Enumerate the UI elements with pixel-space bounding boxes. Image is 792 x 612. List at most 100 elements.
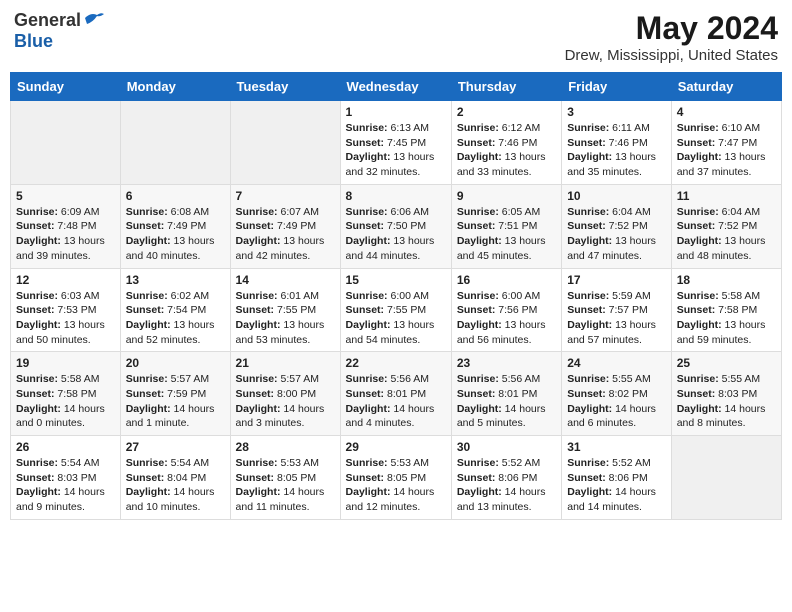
- logo-blue-text: Blue: [14, 31, 53, 52]
- day-info-line: Sunset: 7:56 PM: [457, 303, 556, 318]
- day-info-line: Sunset: 8:01 PM: [346, 387, 446, 402]
- day-info-label: Sunrise:: [677, 206, 719, 218]
- day-info-label: Sunrise:: [236, 457, 278, 469]
- day-info-line: Sunset: 7:49 PM: [236, 219, 335, 234]
- logo: General Blue: [14, 10, 105, 52]
- logo-general-text: General: [14, 10, 81, 31]
- day-info-line: Sunset: 7:52 PM: [677, 219, 776, 234]
- day-info-line: Sunrise: 6:10 AM: [677, 121, 776, 136]
- day-info-line: Daylight: 13 hours: [457, 318, 556, 333]
- day-info-line: Sunset: 8:06 PM: [457, 471, 556, 486]
- day-number: 24: [567, 356, 665, 370]
- day-info-label: Sunset:: [677, 304, 716, 316]
- day-number: 23: [457, 356, 556, 370]
- day-info-line: Sunrise: 6:06 AM: [346, 205, 446, 220]
- calendar-cell: 21Sunrise: 5:57 AMSunset: 8:00 PMDayligh…: [230, 352, 340, 436]
- day-number: 11: [677, 189, 776, 203]
- day-info-line: Sunrise: 6:02 AM: [126, 289, 225, 304]
- day-info-label: Daylight:: [457, 151, 502, 163]
- day-info-line: Daylight: 14 hours: [16, 485, 115, 500]
- day-info-label: Sunset:: [346, 137, 385, 149]
- day-info-line: Daylight: 14 hours: [16, 402, 115, 417]
- calendar-cell: 16Sunrise: 6:00 AMSunset: 7:56 PMDayligh…: [451, 268, 561, 352]
- day-info-line: Sunrise: 6:00 AM: [457, 289, 556, 304]
- day-info-line: Sunset: 8:06 PM: [567, 471, 665, 486]
- day-info-line: Daylight: 13 hours: [346, 318, 446, 333]
- day-info-label: Daylight:: [567, 403, 612, 415]
- day-info-line: Daylight: 14 hours: [346, 402, 446, 417]
- day-number: 21: [236, 356, 335, 370]
- day-number: 26: [16, 440, 115, 454]
- day-info-line: Sunset: 7:45 PM: [346, 136, 446, 151]
- day-info-line: and 54 minutes.: [346, 333, 446, 348]
- day-info-label: Daylight:: [677, 151, 722, 163]
- day-info-label: Sunset:: [346, 388, 385, 400]
- day-info-line: Sunset: 7:58 PM: [677, 303, 776, 318]
- day-info-label: Sunset:: [16, 388, 55, 400]
- day-info-line: Sunrise: 6:00 AM: [346, 289, 446, 304]
- calendar-table: SundayMondayTuesdayWednesdayThursdayFrid…: [10, 72, 782, 520]
- day-info-line: Daylight: 14 hours: [677, 402, 776, 417]
- day-info-line: and 13 minutes.: [457, 500, 556, 515]
- page-header: General Blue May 2024 Drew, Mississippi,…: [10, 10, 782, 64]
- day-info-line: Sunrise: 6:09 AM: [16, 205, 115, 220]
- calendar-cell: [11, 101, 121, 185]
- day-info-label: Sunrise:: [126, 457, 168, 469]
- weekday-header: Monday: [120, 73, 230, 101]
- day-info-line: Daylight: 13 hours: [677, 150, 776, 165]
- day-info-line: and 5 minutes.: [457, 416, 556, 431]
- day-info-label: Sunset:: [126, 472, 165, 484]
- day-info-label: Sunrise:: [457, 122, 499, 134]
- day-info-line: Sunset: 7:50 PM: [346, 219, 446, 234]
- day-info-line: and 53 minutes.: [236, 333, 335, 348]
- day-info-label: Sunrise:: [346, 373, 388, 385]
- day-number: 3: [567, 105, 665, 119]
- day-info-line: and 3 minutes.: [236, 416, 335, 431]
- day-info-line: and 37 minutes.: [677, 165, 776, 180]
- day-info-label: Sunrise:: [236, 373, 278, 385]
- day-info-label: Daylight:: [677, 403, 722, 415]
- day-info-line: and 0 minutes.: [16, 416, 115, 431]
- day-info-line: Sunrise: 6:08 AM: [126, 205, 225, 220]
- day-info-label: Daylight:: [457, 486, 502, 498]
- day-info-label: Sunset:: [126, 304, 165, 316]
- calendar-cell: [230, 101, 340, 185]
- day-info-line: and 47 minutes.: [567, 249, 665, 264]
- day-info-line: Sunset: 8:03 PM: [16, 471, 115, 486]
- day-info-label: Sunrise:: [346, 457, 388, 469]
- day-info-label: Daylight:: [236, 403, 281, 415]
- day-number: 20: [126, 356, 225, 370]
- calendar-cell: 5Sunrise: 6:09 AMSunset: 7:48 PMDaylight…: [11, 184, 121, 268]
- weekday-header: Saturday: [671, 73, 781, 101]
- day-info-line: Sunrise: 5:58 AM: [16, 372, 115, 387]
- day-info-label: Daylight:: [677, 319, 722, 331]
- day-info-label: Daylight:: [16, 319, 61, 331]
- day-info-line: Sunrise: 5:56 AM: [346, 372, 446, 387]
- day-info-label: Sunset:: [457, 220, 496, 232]
- calendar-cell: 30Sunrise: 5:52 AMSunset: 8:06 PMDayligh…: [451, 436, 561, 520]
- calendar-cell: 11Sunrise: 6:04 AMSunset: 7:52 PMDayligh…: [671, 184, 781, 268]
- day-info-label: Sunset:: [457, 472, 496, 484]
- day-info-label: Sunset:: [236, 220, 275, 232]
- day-number: 14: [236, 273, 335, 287]
- day-info-line: Daylight: 13 hours: [16, 234, 115, 249]
- day-info-line: and 52 minutes.: [126, 333, 225, 348]
- day-info-line: Sunset: 7:54 PM: [126, 303, 225, 318]
- day-info-line: Daylight: 13 hours: [126, 318, 225, 333]
- calendar-cell: 20Sunrise: 5:57 AMSunset: 7:59 PMDayligh…: [120, 352, 230, 436]
- logo-bird-icon: [83, 10, 105, 28]
- day-info-label: Daylight:: [457, 235, 502, 247]
- day-number: 22: [346, 356, 446, 370]
- day-number: 5: [16, 189, 115, 203]
- day-info-label: Sunset:: [567, 137, 606, 149]
- day-info-line: Sunset: 7:57 PM: [567, 303, 665, 318]
- day-number: 1: [346, 105, 446, 119]
- day-info-label: Sunrise:: [346, 290, 388, 302]
- day-info-line: Sunrise: 6:04 AM: [567, 205, 665, 220]
- day-info-label: Sunrise:: [567, 373, 609, 385]
- day-info-line: Daylight: 14 hours: [126, 402, 225, 417]
- calendar-cell: 8Sunrise: 6:06 AMSunset: 7:50 PMDaylight…: [340, 184, 451, 268]
- calendar-cell: 27Sunrise: 5:54 AMSunset: 8:04 PMDayligh…: [120, 436, 230, 520]
- day-info-line: Sunrise: 5:52 AM: [457, 456, 556, 471]
- day-info-label: Sunrise:: [677, 373, 719, 385]
